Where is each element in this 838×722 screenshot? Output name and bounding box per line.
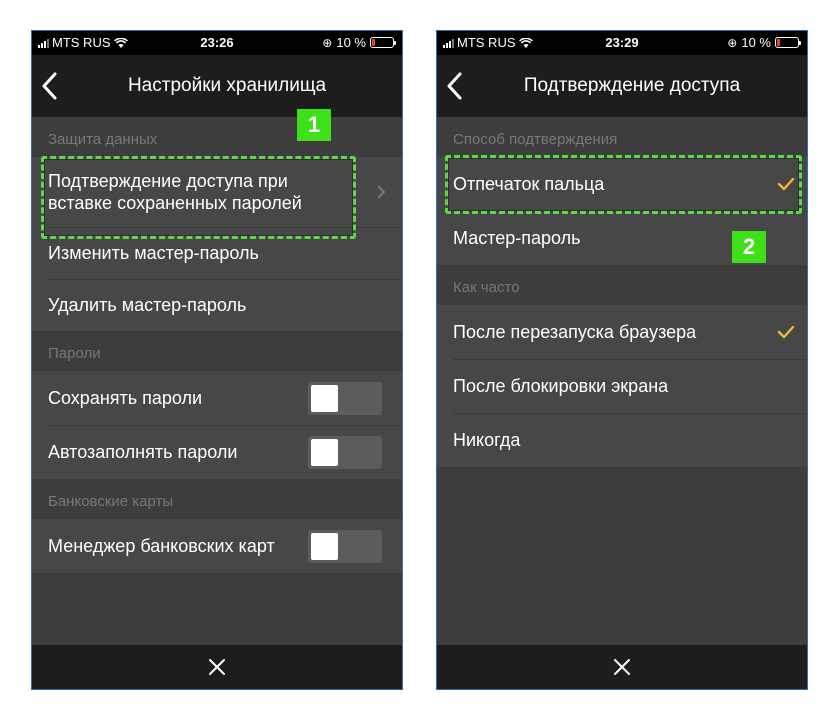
page-title: Подтверждение доступа	[523, 75, 741, 96]
close-icon[interactable]	[613, 658, 631, 676]
row-label: Никогда	[453, 430, 521, 450]
toggle-knob	[311, 384, 338, 412]
battery-icon	[775, 37, 801, 48]
battery-percent: 10 %	[336, 35, 366, 50]
settings-list: Защита данных Подтверждение доступа при …	[32, 117, 402, 645]
row-after-lock[interactable]: После блокировки экрана	[437, 359, 807, 413]
status-bar: MTS RUS 23:26 ⊕ 10 %	[32, 31, 402, 55]
bottom-bar	[32, 645, 402, 689]
bottom-bar	[437, 645, 807, 689]
row-autofill-passwords[interactable]: Автозаполнять пароли	[32, 425, 402, 479]
row-label: Подтверждение доступа при вставке сохран…	[48, 171, 302, 213]
nav-bar: Подтверждение доступа	[437, 55, 807, 117]
row-after-restart[interactable]: После перезапуска браузера	[437, 305, 807, 359]
close-icon[interactable]	[208, 658, 226, 676]
autofill-passwords-toggle[interactable]	[308, 435, 382, 469]
row-fingerprint[interactable]: Отпечаток пальца	[437, 157, 807, 211]
row-label: После перезапуска браузера	[453, 322, 697, 342]
settings-screen-access-confirm: MTS RUS 23:29 ⊕ 10 % Подтверждение досту…	[436, 30, 808, 690]
section-header-bank-cards: Банковские карты	[48, 493, 174, 510]
row-never[interactable]: Никогда	[437, 413, 807, 467]
row-label: Отпечаток пальца	[453, 174, 605, 194]
row-access-confirm[interactable]: Подтверждение доступа при вставке сохран…	[32, 157, 402, 227]
settings-screen-storage: MTS RUS 23:26 ⊕ 10 % Настройки хранилища…	[31, 30, 403, 690]
check-icon	[777, 325, 795, 339]
status-right: ⊕ 10 %	[322, 35, 396, 50]
row-change-master-password[interactable]: Изменить мастер-пароль	[32, 227, 402, 279]
section-header-passwords: Пароли	[48, 345, 101, 362]
card-manager-toggle[interactable]	[308, 529, 382, 563]
row-label: Удалить мастер-пароль	[48, 295, 247, 315]
chevron-right-icon	[377, 185, 386, 199]
status-right: ⊕ 10 %	[727, 35, 801, 50]
row-label: Изменить мастер-пароль	[48, 243, 259, 263]
battery-percent: 10 %	[741, 35, 771, 50]
back-icon[interactable]	[40, 72, 58, 100]
section-header-method: Способ подтверждения	[453, 131, 618, 148]
section-header-data-protection: Защита данных	[48, 131, 158, 148]
step-badge-2: 2	[732, 231, 766, 263]
page-title: Настройки хранилища	[127, 75, 327, 96]
battery-icon	[370, 37, 396, 48]
settings-list: Способ подтверждения Отпечаток пальца Ма…	[437, 117, 807, 645]
orientation-lock-icon: ⊕	[322, 35, 333, 50]
row-label: После блокировки экрана	[453, 376, 669, 396]
back-icon[interactable]	[445, 72, 463, 100]
row-card-manager[interactable]: Менеджер банковских карт	[32, 519, 402, 573]
step-badge-1: 1	[297, 109, 331, 141]
nav-bar: Настройки хранилища	[32, 55, 402, 117]
check-icon	[777, 177, 795, 191]
row-save-passwords[interactable]: Сохранять пароли	[32, 371, 402, 425]
row-delete-master-password[interactable]: Удалить мастер-пароль	[32, 279, 402, 331]
toggle-knob	[311, 532, 338, 560]
status-bar: MTS RUS 23:29 ⊕ 10 %	[437, 31, 807, 55]
section-header-how-often: Как часто	[453, 279, 520, 296]
orientation-lock-icon: ⊕	[727, 35, 738, 50]
toggle-knob	[311, 438, 338, 466]
save-passwords-toggle[interactable]	[308, 381, 382, 415]
